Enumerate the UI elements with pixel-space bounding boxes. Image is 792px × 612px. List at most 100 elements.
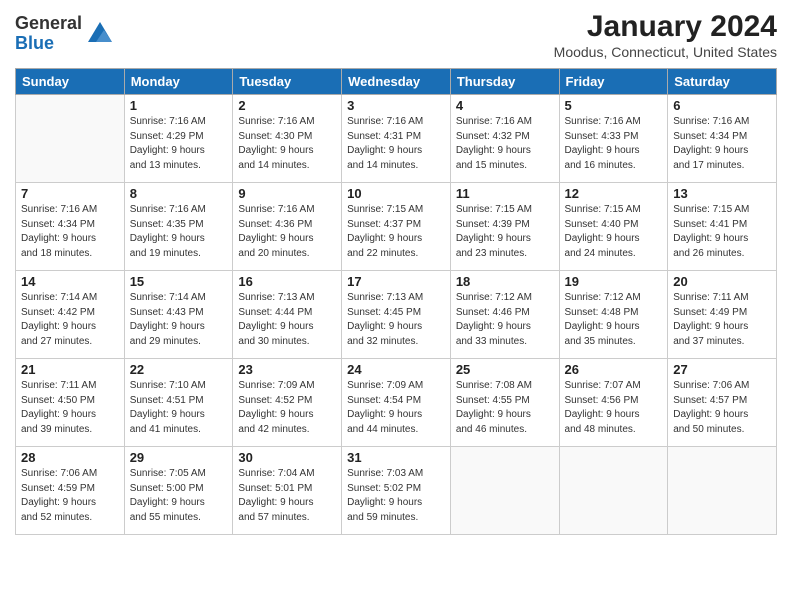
week-row-0: 1 Sunrise: 7:16 AM Sunset: 4:29 PM Daylig… xyxy=(16,95,777,183)
day-number: 20 xyxy=(673,274,771,289)
calendar-cell: 13 Sunrise: 7:15 AM Sunset: 4:41 PM Dayli… xyxy=(668,183,777,271)
calendar-cell: 8 Sunrise: 7:16 AM Sunset: 4:35 PM Daylig… xyxy=(124,183,233,271)
day-info: Sunrise: 7:13 AM Sunset: 4:45 PM Dayligh… xyxy=(347,291,445,349)
day-number: 22 xyxy=(130,362,228,377)
calendar-cell xyxy=(450,447,559,535)
header: General Blue January 2024 Moodus, Connec… xyxy=(15,10,777,60)
calendar-cell: 27 Sunrise: 7:06 AM Sunset: 4:57 PM Dayli… xyxy=(668,359,777,447)
day-info: Sunrise: 7:14 AM Sunset: 4:43 PM Dayligh… xyxy=(130,291,228,349)
col-header-friday: Friday xyxy=(559,69,668,95)
day-info: Sunrise: 7:16 AM Sunset: 4:36 PM Dayligh… xyxy=(238,203,336,261)
day-number: 27 xyxy=(673,362,771,377)
day-number: 11 xyxy=(456,186,554,201)
calendar-cell: 20 Sunrise: 7:11 AM Sunset: 4:49 PM Dayli… xyxy=(668,271,777,359)
day-info: Sunrise: 7:11 AM Sunset: 4:49 PM Dayligh… xyxy=(673,291,771,349)
week-row-4: 28 Sunrise: 7:06 AM Sunset: 4:59 PM Dayli… xyxy=(16,447,777,535)
day-number: 14 xyxy=(21,274,119,289)
day-number: 24 xyxy=(347,362,445,377)
day-info: Sunrise: 7:07 AM Sunset: 4:56 PM Dayligh… xyxy=(565,379,663,437)
week-row-1: 7Sunrise: 7:16 AM Sunset: 4:34 PM Daylig… xyxy=(16,183,777,271)
day-number: 30 xyxy=(238,450,336,465)
day-info: Sunrise: 7:06 AM Sunset: 4:57 PM Dayligh… xyxy=(673,379,771,437)
calendar-cell: 12 Sunrise: 7:15 AM Sunset: 4:40 PM Dayli… xyxy=(559,183,668,271)
day-number: 19 xyxy=(565,274,663,289)
day-number: 1 xyxy=(130,98,228,113)
logo: General Blue xyxy=(15,14,114,54)
day-number: 15 xyxy=(130,274,228,289)
day-info: Sunrise: 7:12 AM Sunset: 4:48 PM Dayligh… xyxy=(565,291,663,349)
calendar-cell: 21 Sunrise: 7:11 AM Sunset: 4:50 PM Dayli… xyxy=(16,359,125,447)
location: Moodus, Connecticut, United States xyxy=(554,44,777,60)
calendar-header-row: SundayMondayTuesdayWednesdayThursdayFrid… xyxy=(16,69,777,95)
day-number: 10 xyxy=(347,186,445,201)
calendar-page: General Blue January 2024 Moodus, Connec… xyxy=(0,0,792,612)
day-info: Sunrise: 7:15 AM Sunset: 4:40 PM Dayligh… xyxy=(565,203,663,261)
calendar-cell: 17 Sunrise: 7:13 AM Sunset: 4:45 PM Dayli… xyxy=(342,271,451,359)
col-header-wednesday: Wednesday xyxy=(342,69,451,95)
calendar-cell: 11 Sunrise: 7:15 AM Sunset: 4:39 PM Dayli… xyxy=(450,183,559,271)
day-number: 13 xyxy=(673,186,771,201)
calendar-cell: 3Sunrise: 7:16 AM Sunset: 4:31 PM Daylig… xyxy=(342,95,451,183)
day-number: 2 xyxy=(238,98,336,113)
day-info: Sunrise: 7:09 AM Sunset: 4:52 PM Dayligh… xyxy=(238,379,336,437)
day-info: Sunrise: 7:10 AM Sunset: 4:51 PM Dayligh… xyxy=(130,379,228,437)
day-number: 7 xyxy=(21,186,119,201)
day-info: Sunrise: 7:16 AM Sunset: 4:33 PM Dayligh… xyxy=(565,115,663,173)
day-info: Sunrise: 7:15 AM Sunset: 4:41 PM Dayligh… xyxy=(673,203,771,261)
col-header-sunday: Sunday xyxy=(16,69,125,95)
calendar-cell: 10 Sunrise: 7:15 AM Sunset: 4:37 PM Dayli… xyxy=(342,183,451,271)
calendar-cell: 14 Sunrise: 7:14 AM Sunset: 4:42 PM Dayli… xyxy=(16,271,125,359)
day-info: Sunrise: 7:11 AM Sunset: 4:50 PM Dayligh… xyxy=(21,379,119,437)
day-number: 6 xyxy=(673,98,771,113)
col-header-tuesday: Tuesday xyxy=(233,69,342,95)
day-number: 21 xyxy=(21,362,119,377)
calendar-cell: 4Sunrise: 7:16 AM Sunset: 4:32 PM Daylig… xyxy=(450,95,559,183)
day-info: Sunrise: 7:14 AM Sunset: 4:42 PM Dayligh… xyxy=(21,291,119,349)
calendar-cell: 16Sunrise: 7:13 AM Sunset: 4:44 PM Dayli… xyxy=(233,271,342,359)
month-title: January 2024 xyxy=(554,10,777,44)
day-number: 9 xyxy=(238,186,336,201)
day-info: Sunrise: 7:12 AM Sunset: 4:46 PM Dayligh… xyxy=(456,291,554,349)
day-info: Sunrise: 7:05 AM Sunset: 5:00 PM Dayligh… xyxy=(130,467,228,525)
day-number: 28 xyxy=(21,450,119,465)
logo-icon xyxy=(86,20,114,48)
calendar-cell: 25 Sunrise: 7:08 AM Sunset: 4:55 PM Dayli… xyxy=(450,359,559,447)
day-info: Sunrise: 7:08 AM Sunset: 4:55 PM Dayligh… xyxy=(456,379,554,437)
col-header-thursday: Thursday xyxy=(450,69,559,95)
day-info: Sunrise: 7:09 AM Sunset: 4:54 PM Dayligh… xyxy=(347,379,445,437)
calendar-cell: 26Sunrise: 7:07 AM Sunset: 4:56 PM Dayli… xyxy=(559,359,668,447)
title-area: January 2024 Moodus, Connecticut, United… xyxy=(554,10,777,60)
day-info: Sunrise: 7:16 AM Sunset: 4:30 PM Dayligh… xyxy=(238,115,336,173)
day-info: Sunrise: 7:15 AM Sunset: 4:39 PM Dayligh… xyxy=(456,203,554,261)
day-info: Sunrise: 7:16 AM Sunset: 4:35 PM Dayligh… xyxy=(130,203,228,261)
calendar-cell: 28 Sunrise: 7:06 AM Sunset: 4:59 PM Dayli… xyxy=(16,447,125,535)
day-number: 25 xyxy=(456,362,554,377)
col-header-saturday: Saturday xyxy=(668,69,777,95)
day-info: Sunrise: 7:04 AM Sunset: 5:01 PM Dayligh… xyxy=(238,467,336,525)
calendar-cell xyxy=(16,95,125,183)
day-number: 3 xyxy=(347,98,445,113)
day-number: 18 xyxy=(456,274,554,289)
calendar-cell: 24 Sunrise: 7:09 AM Sunset: 4:54 PM Dayli… xyxy=(342,359,451,447)
day-info: Sunrise: 7:16 AM Sunset: 4:29 PM Dayligh… xyxy=(130,115,228,173)
day-number: 23 xyxy=(238,362,336,377)
day-info: Sunrise: 7:16 AM Sunset: 4:32 PM Dayligh… xyxy=(456,115,554,173)
calendar-cell xyxy=(668,447,777,535)
calendar-cell: 30 Sunrise: 7:04 AM Sunset: 5:01 PM Dayli… xyxy=(233,447,342,535)
calendar-cell: 18 Sunrise: 7:12 AM Sunset: 4:46 PM Dayli… xyxy=(450,271,559,359)
calendar-cell: 15 Sunrise: 7:14 AM Sunset: 4:43 PM Dayli… xyxy=(124,271,233,359)
calendar-cell: 9 Sunrise: 7:16 AM Sunset: 4:36 PM Daylig… xyxy=(233,183,342,271)
col-header-monday: Monday xyxy=(124,69,233,95)
day-info: Sunrise: 7:03 AM Sunset: 5:02 PM Dayligh… xyxy=(347,467,445,525)
day-number: 8 xyxy=(130,186,228,201)
day-info: Sunrise: 7:06 AM Sunset: 4:59 PM Dayligh… xyxy=(21,467,119,525)
day-info: Sunrise: 7:13 AM Sunset: 4:44 PM Dayligh… xyxy=(238,291,336,349)
calendar-table: SundayMondayTuesdayWednesdayThursdayFrid… xyxy=(15,68,777,535)
calendar-cell xyxy=(559,447,668,535)
day-info: Sunrise: 7:15 AM Sunset: 4:37 PM Dayligh… xyxy=(347,203,445,261)
calendar-cell: 22 Sunrise: 7:10 AM Sunset: 4:51 PM Dayli… xyxy=(124,359,233,447)
day-number: 17 xyxy=(347,274,445,289)
calendar-cell: 1 Sunrise: 7:16 AM Sunset: 4:29 PM Daylig… xyxy=(124,95,233,183)
day-number: 12 xyxy=(565,186,663,201)
day-number: 5 xyxy=(565,98,663,113)
